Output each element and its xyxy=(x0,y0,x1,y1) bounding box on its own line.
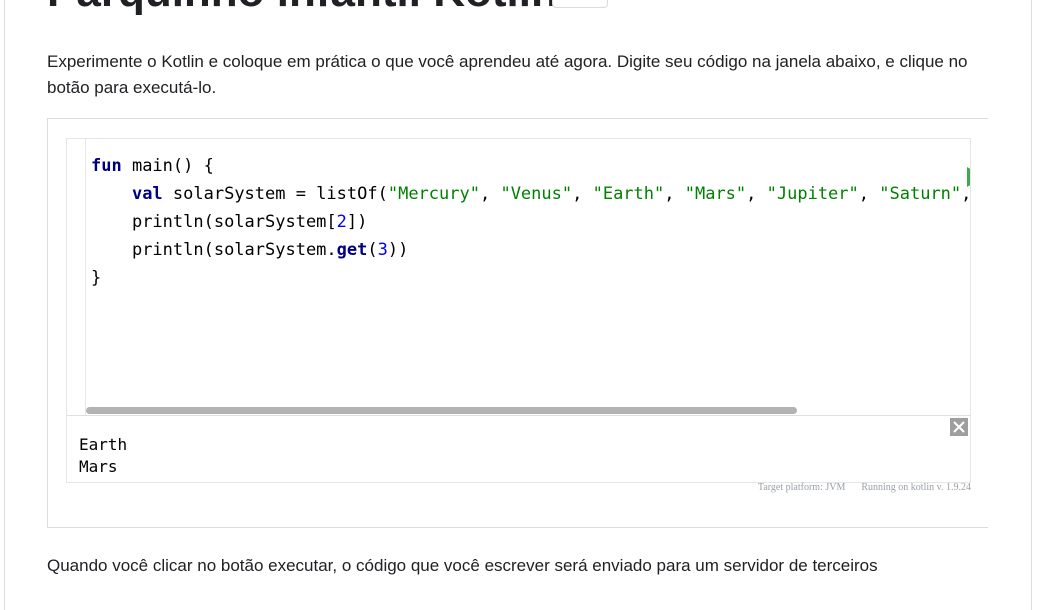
kotlin-version-label: Running on kotlin v. 1.9.24 xyxy=(861,482,971,493)
intro-paragraph: Experimente o Kotlin e coloque em prátic… xyxy=(47,52,968,97)
title-chip[interactable] xyxy=(552,0,608,8)
output-text: Earth Mars xyxy=(79,434,127,478)
horizontal-scrollbar[interactable] xyxy=(66,405,969,415)
disclaimer-paragraph: Quando você clicar no botão executar, o … xyxy=(47,556,878,575)
code-line: println(solarSystem[2]) xyxy=(131,212,368,232)
code-area[interactable]: fun main() { val solarSystem = listOf("M… xyxy=(91,152,971,292)
close-icon xyxy=(953,421,965,433)
scrollbar-thumb[interactable] xyxy=(86,407,797,414)
close-output-button[interactable] xyxy=(950,418,968,436)
playground-footer: Target platform: JVM Running on kotlin v.… xyxy=(758,482,971,493)
run-button[interactable] xyxy=(964,165,970,189)
code-line: } xyxy=(91,268,102,288)
code-line: val solarSystem = listOf("Mercury", "Ven… xyxy=(131,184,971,204)
line-gutter xyxy=(67,139,86,416)
play-icon xyxy=(967,167,970,187)
output-line: Earth xyxy=(79,435,128,454)
code-line: fun main() { xyxy=(91,156,214,176)
output-line: Mars xyxy=(79,457,118,476)
code-line: println(solarSystem.get(3)) xyxy=(131,240,409,260)
target-platform-label: Target platform: JVM xyxy=(757,482,846,493)
page-title: Parquinho infantil Kotlin xyxy=(47,0,558,14)
code-editor[interactable]: fun main() { val solarSystem = listOf("M… xyxy=(66,138,971,416)
output-panel: Earth Mars xyxy=(66,415,971,483)
kotlin-playground: fun main() { val solarSystem = listOf("M… xyxy=(47,118,988,528)
